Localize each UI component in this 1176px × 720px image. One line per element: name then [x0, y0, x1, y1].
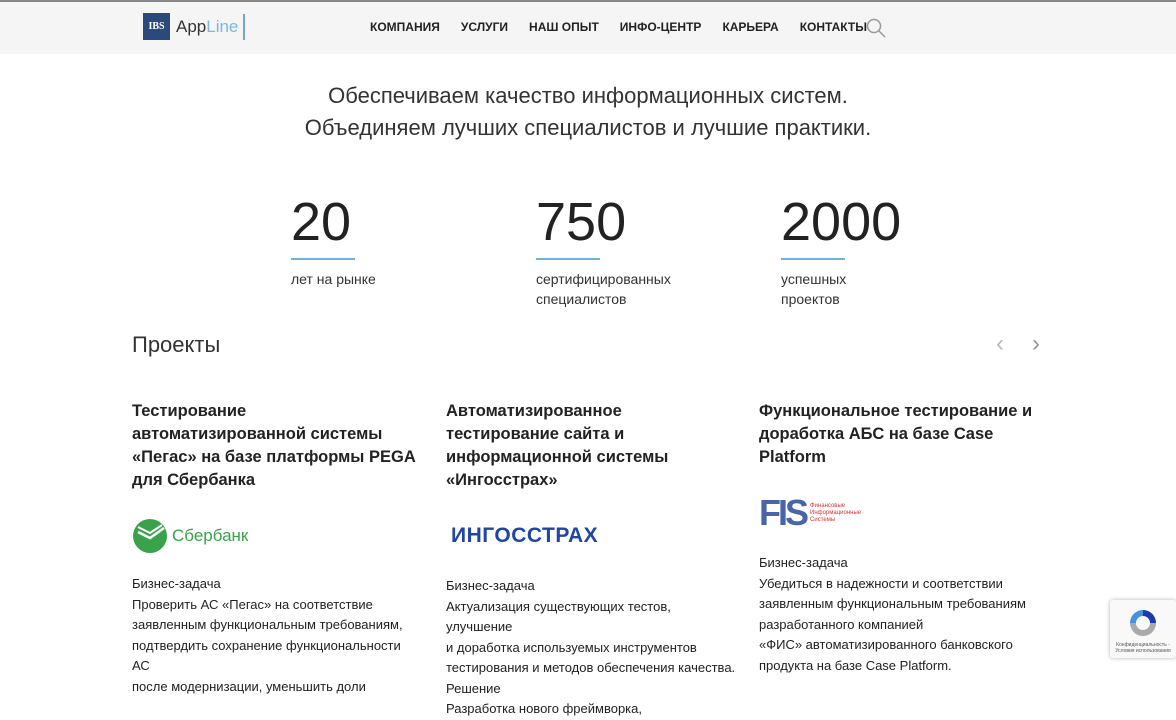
description-line: Убедиться в надежности и соответствии — [759, 575, 1003, 591]
tagline-line-2: Объединяем лучших специалистов и лучшие … — [304, 115, 872, 140]
description-line: Актуализация существующих тестов, улучше… — [446, 598, 671, 635]
description-line: Бизнес-задача — [132, 576, 221, 591]
description-line: Бизнес-задача — [759, 555, 848, 570]
stat-underline — [291, 258, 355, 260]
stat-label-line: успешных — [781, 271, 847, 287]
project-card[interactable]: Функциональное тестирование и доработка … — [759, 400, 1049, 676]
stat-label: лет на рынке — [291, 269, 376, 289]
project-description: Бизнес-задача Убедиться в надежности и с… — [759, 553, 1049, 676]
nav-company[interactable]: КОМПАНИЯ — [370, 20, 440, 34]
description-line: «ФИС» автоматизированного банковского — [759, 637, 1013, 652]
stat-number: 2000 — [781, 192, 902, 252]
sberbank-logo-text: Сбербанк — [172, 526, 249, 545]
search-icon[interactable] — [866, 18, 886, 38]
description-line: заявленным функциональным требованиям, — [132, 617, 403, 632]
description-line: Проверить АС «Пегас» на соответствие — [132, 596, 373, 612]
nav-contacts[interactable]: КОНТАКТЫ — [800, 20, 867, 34]
project-card[interactable]: Автоматизированное тестирование сайта и … — [446, 400, 736, 720]
stat-label-line: сертифицированных — [536, 271, 671, 287]
description-line: разработанного компанией — [759, 616, 924, 632]
carousel-next-button[interactable]: › — [1032, 330, 1040, 358]
sberbank-logo: Сбербанк — [132, 516, 422, 556]
nav-info-center[interactable]: ИНФО-ЦЕНТР — [620, 20, 702, 34]
logo-app: App — [176, 16, 207, 36]
carousel-prev-button[interactable]: ‹ — [996, 330, 1004, 358]
stat-years: 20 лет на рынке — [291, 190, 376, 289]
sberbank-logo-icon — [133, 519, 167, 553]
fis-logo-subtitle: Финансовые Информационные Системы — [810, 502, 862, 523]
logo[interactable]: IBS AppLine — [143, 13, 246, 40]
recaptcha-badge[interactable]: Конфиденциальность - Условия использован… — [1110, 600, 1176, 658]
nav-experience[interactable]: НАШ ОПЫТ — [529, 20, 599, 34]
tagline: Обеспечиваем качество информационных сис… — [0, 80, 1176, 144]
ibs-logo: IBS — [143, 13, 170, 40]
project-title[interactable]: Тестирование автоматизированной системы … — [132, 400, 422, 492]
appline-logo-text: AppLine — [176, 17, 238, 37]
fis-logo: FIS Финансовые Информационные Системы — [759, 493, 1049, 533]
project-description: Бизнес-задача Проверить АС «Пегас» на со… — [132, 574, 422, 697]
ingosstrakh-logo-text: ИНГОССТРАХ — [451, 524, 599, 547]
project-title[interactable]: Автоматизированное тестирование сайта и … — [446, 400, 736, 492]
main-nav: КОМПАНИЯ УСЛУГИ НАШ ОПЫТ ИНФО-ЦЕНТР КАРЬ… — [370, 20, 867, 34]
description-line: подтвердить сохранение функциональности … — [132, 637, 401, 674]
stat-projects: 2000 успешных проектов — [781, 190, 901, 309]
stat-label: сертифицированных специалистов — [536, 269, 671, 309]
project-title[interactable]: Функциональное тестирование и доработка … — [759, 400, 1049, 469]
projects-heading: Проекты — [132, 332, 221, 357]
description-line: Разработка нового фреймворка, — [446, 701, 642, 716]
stat-label-line: специалистов — [536, 291, 627, 307]
stat-specialists: 750 сертифицированных специалистов — [536, 190, 671, 309]
stat-number: 750 — [536, 192, 627, 252]
stat-label-line: проектов — [781, 291, 840, 307]
stat-underline — [781, 258, 845, 260]
fis-logo-text: FIS — [759, 492, 809, 533]
recaptcha-icon — [1130, 610, 1156, 636]
description-line: Решение — [446, 680, 501, 696]
project-description: Бизнес-задача Актуализация существующих … — [446, 576, 736, 720]
description-line: заявленным функциональным требованиям — [759, 596, 1026, 611]
stat-label-line: лет на рынке — [291, 271, 376, 287]
stat-label: успешных проектов — [781, 269, 901, 309]
header: IBS AppLine КОМПАНИЯ УСЛУГИ НАШ ОПЫТ ИНФ… — [0, 0, 1176, 54]
project-card[interactable]: Тестирование автоматизированной системы … — [132, 400, 422, 697]
stat-number: 20 — [291, 192, 352, 252]
stat-underline — [536, 258, 600, 260]
description-line: тестирования и методов обеспечения качес… — [446, 660, 736, 675]
description-line: продукта на базе Case Platform. — [759, 657, 952, 673]
logo-divider — [243, 13, 246, 40]
ingosstrakh-logo: ИНГОССТРАХ — [446, 516, 736, 556]
tagline-line-1: Обеспечиваем качество информационных сис… — [328, 83, 848, 108]
nav-services[interactable]: УСЛУГИ — [461, 20, 508, 34]
logo-line: Line — [206, 16, 239, 36]
description-line: Бизнес-задача — [446, 578, 535, 593]
description-line: и доработка используемых инструментов — [446, 639, 697, 655]
description-line: после модернизации, уменьшить доли — [132, 678, 366, 694]
recaptcha-links[interactable]: Конфиденциальность - Условия использован… — [1110, 642, 1176, 654]
nav-career[interactable]: КАРЬЕРА — [722, 20, 778, 34]
